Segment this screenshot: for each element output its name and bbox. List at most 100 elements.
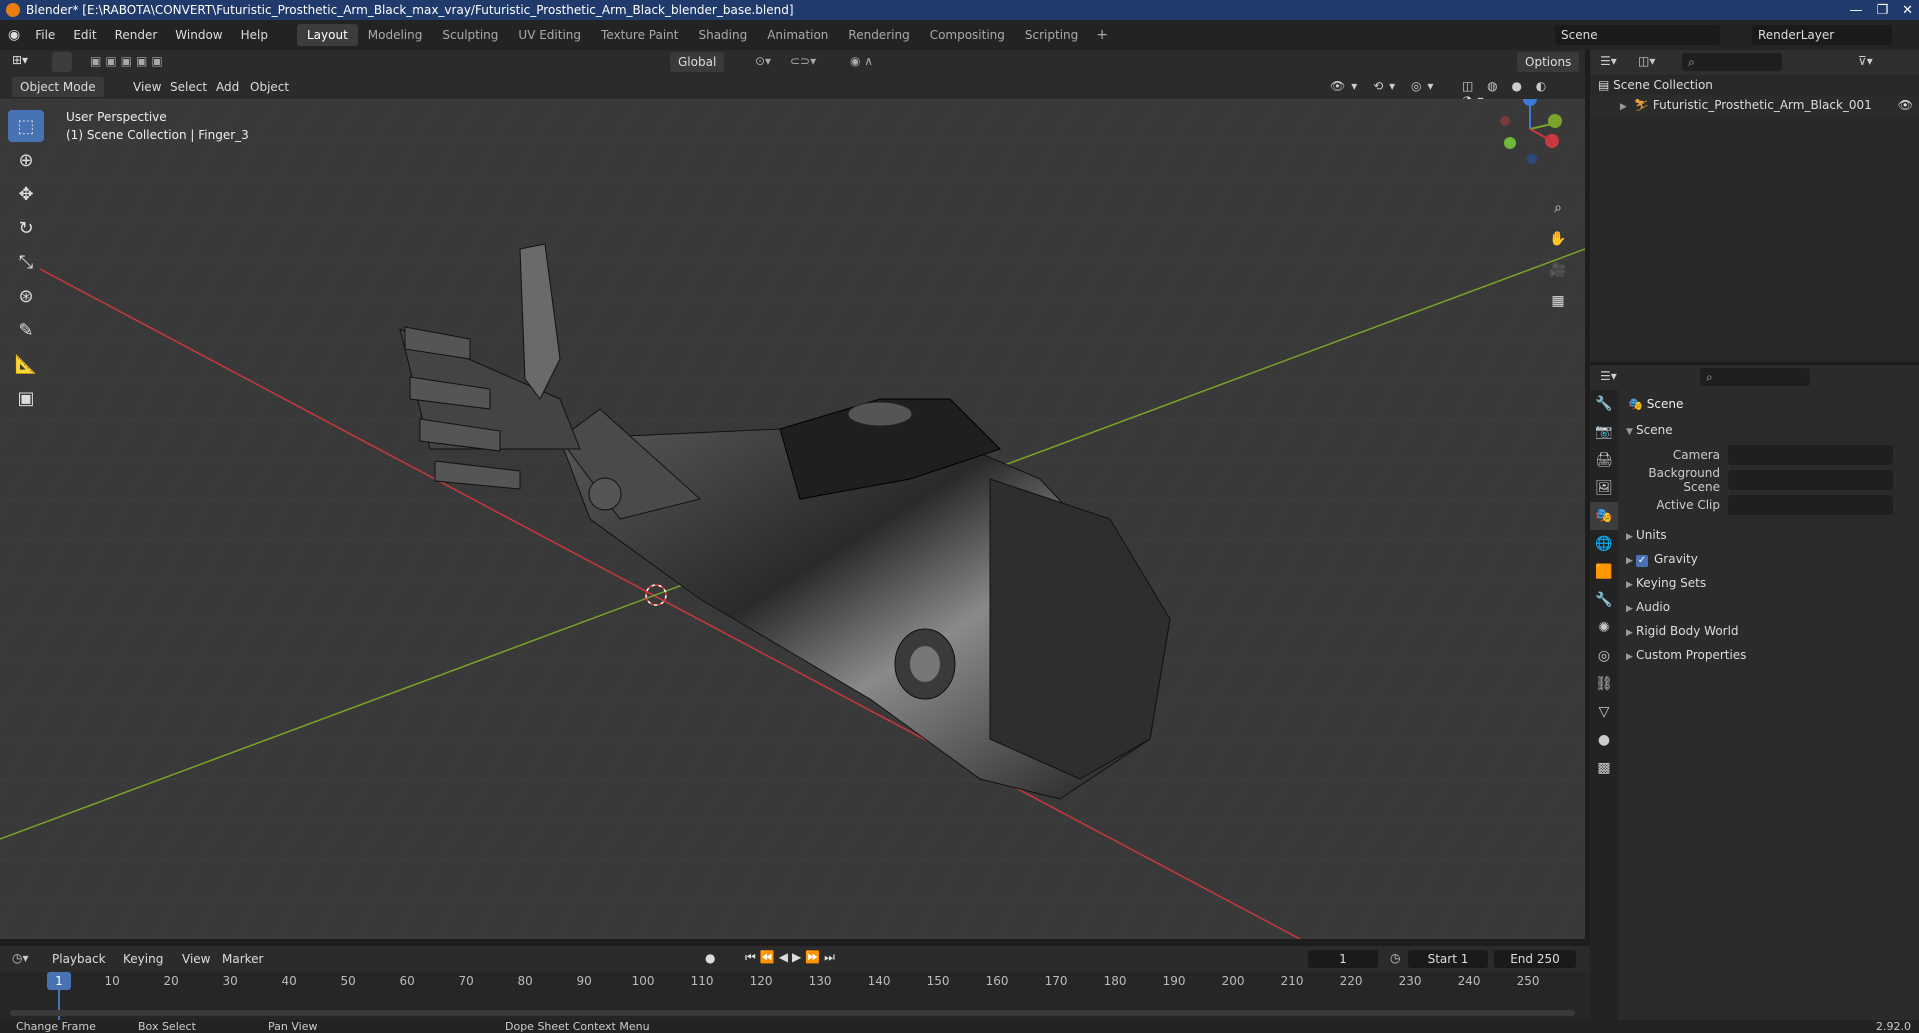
outliner-object-row[interactable]: ▶ ⛷ Futuristic_Prosthetic_Arm_Black_001 … xyxy=(1590,95,1919,115)
timeline-menu-keying[interactable]: Keying xyxy=(115,947,171,971)
playhead-frame[interactable]: 1 xyxy=(47,972,71,990)
expand-arrow-icon[interactable]: ▶ xyxy=(1620,97,1630,117)
object-mode-dropdown[interactable]: Object Mode xyxy=(12,77,104,97)
pivot-icon[interactable]: ⊙▾ xyxy=(755,54,771,68)
select-mode-icons[interactable]: ▣▣▣▣▣ xyxy=(90,54,167,68)
scale-tool-icon[interactable]: ⤡ xyxy=(8,246,44,278)
tab-texture-paint[interactable]: Texture Paint xyxy=(591,24,688,46)
scene-selector[interactable]: Scene xyxy=(1555,25,1720,45)
tab-compositing[interactable]: Compositing xyxy=(920,24,1015,46)
add-workspace-icon[interactable]: + xyxy=(1088,27,1116,43)
gravity-checkbox[interactable]: ✓ xyxy=(1636,555,1648,567)
minimize-icon[interactable]: — xyxy=(1849,3,1862,18)
camera-view-icon[interactable]: 🎥 xyxy=(1545,257,1571,283)
section-gravity[interactable]: ▶ ✓ Gravity xyxy=(1618,547,1919,571)
object-tab-icon[interactable]: 🟧 xyxy=(1590,558,1618,586)
view-layer-tab-icon[interactable]: 🖼 xyxy=(1590,474,1618,502)
move-tool-icon[interactable]: ✥ xyxy=(8,178,44,210)
select-tool-icon[interactable] xyxy=(52,52,72,72)
modifier-tab-icon[interactable]: 🔧 xyxy=(1590,586,1618,614)
start-frame-field[interactable]: Start 1 xyxy=(1408,950,1488,968)
texture-tab-icon[interactable]: ▩ xyxy=(1590,754,1618,782)
current-frame-field[interactable]: 1 xyxy=(1308,950,1378,968)
maximize-icon[interactable]: ❐ xyxy=(1876,3,1888,18)
camera-field[interactable] xyxy=(1728,444,1893,465)
properties-search-icon[interactable]: ⌕ xyxy=(1700,368,1810,386)
outliner-search-icon[interactable]: ⌕ xyxy=(1682,53,1782,71)
properties-editor-icon[interactable]: ☰▾ xyxy=(1600,369,1617,383)
particles-tab-icon[interactable]: ✺ xyxy=(1590,614,1618,642)
visibility-eye-icon[interactable]: 👁 xyxy=(1898,95,1913,115)
tab-shading[interactable]: Shading xyxy=(688,24,757,46)
tab-sculpting[interactable]: Sculpting xyxy=(432,24,508,46)
playback-controls-icons[interactable]: ⏮⏪◀▶⏩⏭ xyxy=(745,950,839,965)
menu-help[interactable]: Help xyxy=(232,20,277,50)
tab-modeling[interactable]: Modeling xyxy=(358,24,433,46)
ortho-grid-icon[interactable]: ▦ xyxy=(1545,288,1571,314)
timeline-scrubber[interactable]: 1102030405060708090100110120130140150160… xyxy=(0,972,1590,1020)
display-mode-icon[interactable]: ◫▾ xyxy=(1638,54,1655,68)
gizmo-y-icon[interactable] xyxy=(1548,114,1562,128)
physics-tab-icon[interactable]: ◎ xyxy=(1590,642,1618,670)
add-cube-tool-icon[interactable]: ▣ xyxy=(8,382,44,414)
output-tab-icon[interactable]: 🖨 xyxy=(1590,446,1618,474)
menu-window[interactable]: Window xyxy=(166,20,231,50)
transform-orientation-dropdown[interactable]: Global xyxy=(670,52,725,72)
timeline-menu-marker[interactable]: Marker xyxy=(214,947,271,971)
select-box-tool-icon[interactable]: ⬚ xyxy=(8,110,44,142)
tool-tab-icon[interactable]: 🔧 xyxy=(1590,390,1618,418)
timeline-scrollbar[interactable] xyxy=(10,1010,1575,1016)
tab-rendering[interactable]: Rendering xyxy=(838,24,919,46)
render-tab-icon[interactable]: 📷 xyxy=(1590,418,1618,446)
section-custom-properties[interactable]: ▶ Custom Properties xyxy=(1618,643,1919,667)
rotate-tool-icon[interactable]: ↻ xyxy=(8,212,44,244)
render-layer-selector[interactable]: RenderLayer xyxy=(1752,25,1892,45)
data-tab-icon[interactable]: ▽ xyxy=(1590,698,1618,726)
cursor-tool-icon[interactable]: ⊕ xyxy=(8,144,44,176)
record-icon[interactable]: ● xyxy=(705,951,715,965)
active-clip-field[interactable] xyxy=(1728,494,1893,515)
overlay-icons[interactable]: 👁▾ ⟲▾ ◎▾ xyxy=(1330,79,1439,93)
filter-icon[interactable]: ⊽▾ xyxy=(1858,54,1873,68)
pan-hand-icon[interactable]: ✋ xyxy=(1545,226,1571,252)
annotate-tool-icon[interactable]: ✎ xyxy=(8,314,44,346)
world-tab-icon[interactable]: 🌐 xyxy=(1590,530,1618,558)
measure-tool-icon[interactable]: 📐 xyxy=(8,348,44,380)
outliner-header: ☰▾ ◫▾ ⌕ ⊽▾ xyxy=(1590,50,1919,75)
tab-uv-editing[interactable]: UV Editing xyxy=(508,24,591,46)
constraints-tab-icon[interactable]: ⛓ xyxy=(1590,670,1618,698)
timeline-menu-view[interactable]: View xyxy=(174,947,218,971)
timeline-menu-playback[interactable]: Playback xyxy=(44,947,114,971)
background-scene-label: Background Scene xyxy=(1648,465,1720,494)
timeline-tick: 90 xyxy=(576,974,592,988)
timeline-editor-icon[interactable]: ◷▾ xyxy=(12,951,29,965)
tab-scripting[interactable]: Scripting xyxy=(1015,24,1088,46)
blender-menu-icon[interactable]: ◉ xyxy=(8,27,20,43)
gizmo-x-icon[interactable] xyxy=(1545,134,1559,148)
outliner-editor-icon[interactable]: ☰▾ xyxy=(1600,54,1617,68)
snap-icon[interactable]: ⊂⊃▾ xyxy=(790,54,816,68)
3d-viewport[interactable] xyxy=(0,99,1585,939)
section-scene[interactable]: ▼ Scene xyxy=(1618,418,1919,442)
section-audio[interactable]: ▶ Audio xyxy=(1618,595,1919,619)
tab-animation[interactable]: Animation xyxy=(757,24,838,46)
options-dropdown[interactable]: Options xyxy=(1517,52,1580,72)
outliner-scene-collection[interactable]: ▤ Scene Collection xyxy=(1590,75,1919,95)
material-tab-icon[interactable]: ● xyxy=(1590,726,1618,754)
proportional-edit-icon[interactable]: ◉ ∧ xyxy=(850,54,873,68)
transform-tool-icon[interactable]: ⊛ xyxy=(8,280,44,312)
section-rigid-body-world[interactable]: ▶ Rigid Body World xyxy=(1618,619,1919,643)
menu-render[interactable]: Render xyxy=(106,20,167,50)
section-units[interactable]: ▶ Units xyxy=(1618,523,1919,547)
tab-layout[interactable]: Layout xyxy=(296,24,358,46)
zoom-icon[interactable]: ⌕ xyxy=(1545,195,1571,221)
close-icon[interactable]: ✕ xyxy=(1902,3,1913,18)
menu-edit[interactable]: Edit xyxy=(64,20,105,50)
background-scene-field[interactable] xyxy=(1728,469,1893,490)
end-frame-field[interactable]: End 250 xyxy=(1494,950,1576,968)
scene-tab-icon[interactable]: 🎭 xyxy=(1590,502,1618,530)
menu-file[interactable]: File xyxy=(26,20,64,50)
viewport-menu-object[interactable]: Object xyxy=(242,75,297,99)
editor-type-icon[interactable]: ⊞▾ xyxy=(12,53,28,67)
section-keying-sets[interactable]: ▶ Keying Sets xyxy=(1618,571,1919,595)
